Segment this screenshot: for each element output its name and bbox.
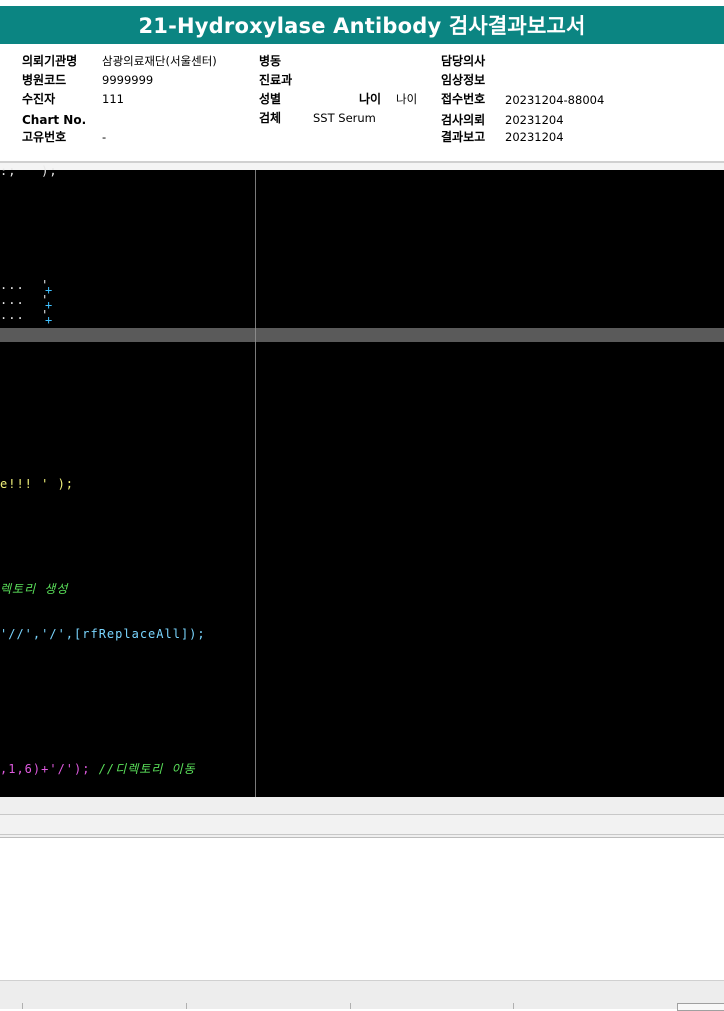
value-result-report: 20231204 — [505, 130, 564, 144]
code-line-top: :; ); — [0, 164, 58, 178]
label-requesting-institution: 의뢰기관명 — [22, 54, 78, 68]
panel-gap — [0, 163, 724, 170]
value-hospital-code: 9999999 — [102, 73, 154, 87]
patient-info-panel: 의뢰기관명 삼광의료재단(서울센터) 병원코드 9999999 수진자 111 … — [0, 44, 724, 162]
code-line-last-expr: ,1,6)+'/'); — [0, 762, 99, 776]
label-chart-no: Chart No. — [22, 113, 87, 127]
code-plus-3: + — [45, 313, 54, 327]
label-sex: 성별 — [259, 92, 282, 106]
value-patient: 111 — [102, 92, 124, 106]
vertical-splitter[interactable] — [255, 170, 256, 797]
status-divider-4 — [513, 1003, 514, 1009]
label-department: 진료과 — [259, 73, 293, 87]
label-patient: 수진자 — [22, 92, 56, 106]
horizontal-splitter[interactable] — [0, 328, 724, 342]
status-divider-1 — [22, 1003, 23, 1009]
status-divider-3 — [350, 1003, 351, 1009]
label-test-request: 검사의뢰 — [441, 113, 486, 127]
value-requesting-institution: 삼광의료재단(서울센터) — [102, 54, 217, 68]
value-age: 나이 — [396, 92, 418, 106]
label-specimen: 검체 — [259, 111, 282, 125]
code-dots-line-3: ... ' — [0, 308, 50, 322]
label-unique-number: 고유번호 — [22, 130, 67, 144]
value-unique-number: - — [102, 130, 107, 144]
code-line-replace: '//','/',[rfReplaceAll]); — [0, 627, 206, 641]
lower-panel — [0, 837, 724, 981]
label-age: 나이 — [359, 92, 382, 106]
value-specimen: SST Serum — [313, 111, 376, 125]
code-line-last: ,1,6)+'/'); //디렉토리 이동 — [0, 762, 196, 776]
code-comment-move-dir: //디렉토리 이동 — [98, 762, 196, 776]
label-clinical-info: 임상정보 — [441, 73, 486, 87]
horizontal-scrollbar[interactable] — [0, 814, 724, 835]
code-dots-line-2: ... ' — [0, 293, 50, 307]
label-ward: 병동 — [259, 54, 282, 68]
code-editor[interactable]: :; ); ... ' + ... ' + ... ' + e!!! ' ); … — [0, 164, 724, 797]
code-line-message: e!!! ' ); — [0, 477, 75, 491]
label-receipt-number: 접수번호 — [441, 92, 486, 106]
status-bar — [0, 980, 724, 1011]
value-test-request: 20231204 — [505, 113, 564, 127]
label-hospital-code: 병원코드 — [22, 73, 67, 87]
code-dots-line-1: ... ' — [0, 278, 50, 292]
editor-scroll-area — [0, 797, 724, 837]
label-result-report: 결과보고 — [441, 130, 486, 144]
splitter-grip-line — [255, 328, 256, 342]
status-box — [677, 1003, 724, 1011]
code-comment-create-dir: 렉토리 생성 — [0, 582, 69, 596]
label-attending-doctor: 담당의사 — [441, 54, 486, 68]
status-divider-2 — [186, 1003, 187, 1009]
report-title: 21-Hydroxylase Antibody 검사결과보고서 — [0, 6, 724, 44]
value-receipt-number: 20231204-88004 — [505, 93, 605, 107]
